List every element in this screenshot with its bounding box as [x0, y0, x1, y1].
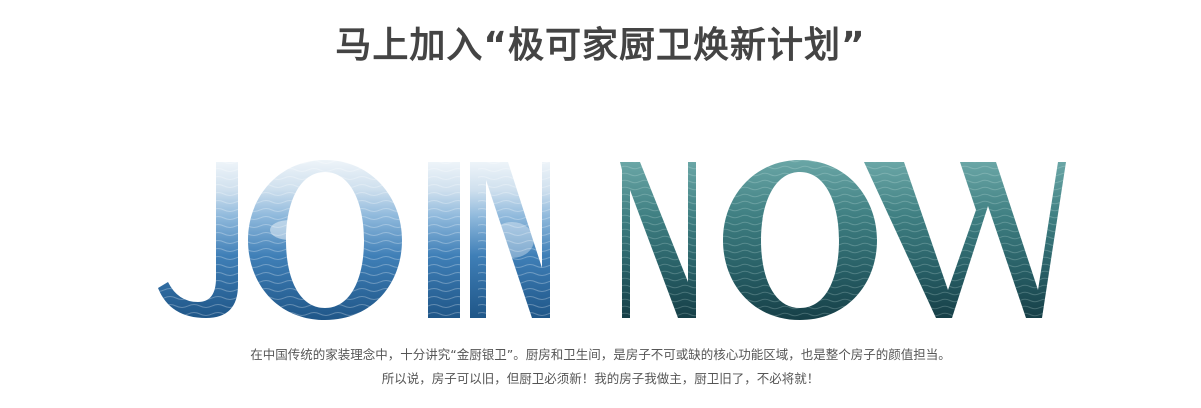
- join-now-svg: [158, 160, 1066, 320]
- letter-n-now: [620, 162, 696, 318]
- letter-o: [248, 160, 402, 320]
- join-now-hero-graphic: [140, 150, 1070, 330]
- tagline-block: 在中国传统的家装理念中，十分讲究“金厨银卫”。厨房和卫生间，是房子不可或缺的核心…: [0, 343, 1201, 391]
- tagline-line-1: 在中国传统的家装理念中，十分讲究“金厨银卫”。厨房和卫生间，是房子不可或缺的核心…: [250, 347, 951, 362]
- tagline-line-2: 所以说，房子可以旧，但厨卫必须新！我的房子我做主，厨卫旧了，不必将就！: [381, 371, 820, 386]
- letter-n-join: [470, 162, 550, 318]
- letter-o-now: [723, 160, 877, 320]
- letter-j: [158, 162, 238, 318]
- section-title: 马上加入“极可家厨卫焕新计划”: [335, 25, 866, 66]
- letter-i: [428, 162, 460, 318]
- letter-w: [864, 162, 1066, 318]
